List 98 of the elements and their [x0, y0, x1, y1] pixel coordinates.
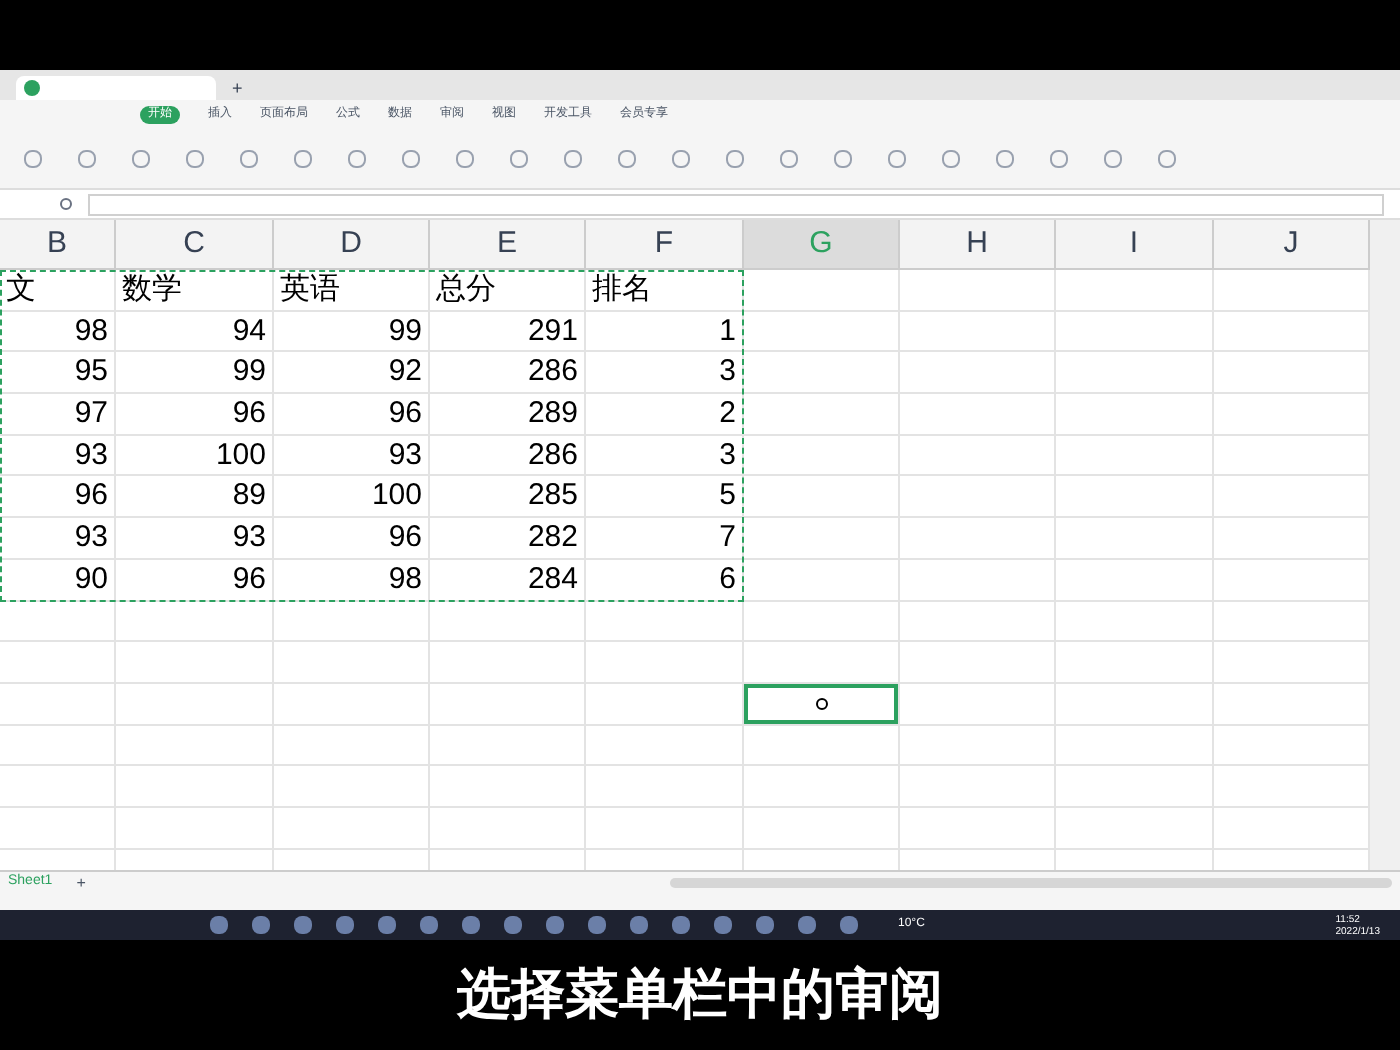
add-sheet-button[interactable]: + — [76, 871, 86, 895]
taskbar-app-icon[interactable] — [714, 916, 732, 934]
document-tab[interactable] — [16, 76, 216, 100]
taskbar-app-icon[interactable] — [336, 916, 354, 934]
toolbar-icon[interactable] — [132, 150, 150, 168]
taskbar-app-icon[interactable] — [210, 916, 228, 934]
table-cell: 98 — [274, 559, 430, 601]
table-cell: 3 — [586, 352, 744, 395]
table-cell — [0, 807, 116, 850]
table-cell: 总分 — [430, 270, 586, 312]
toolbar-icon[interactable] — [78, 150, 96, 168]
table-cell: 286 — [430, 352, 586, 395]
toolbar-icon[interactable] — [240, 150, 258, 168]
toolbar-icon[interactable] — [942, 150, 960, 168]
table-cell — [0, 601, 116, 643]
table-cell: 282 — [430, 518, 586, 560]
toolbar-icon[interactable] — [888, 150, 906, 168]
toolbar-icon[interactable] — [1050, 150, 1068, 168]
taskbar-app-icon[interactable] — [462, 916, 480, 934]
column-header[interactable]: B — [0, 220, 116, 268]
taskbar-app-icon[interactable] — [294, 916, 312, 934]
table-cell: 100 — [116, 435, 274, 477]
table-cell — [0, 683, 116, 726]
column-header[interactable]: E — [430, 220, 586, 268]
toolbar-icon[interactable] — [1104, 150, 1122, 168]
taskbar-app-icon[interactable] — [798, 916, 816, 934]
table-cell: 96 — [0, 476, 116, 519]
table-cell: 99 — [274, 311, 430, 353]
table-cell: 289 — [430, 394, 586, 436]
table-cell: 90 — [0, 559, 116, 601]
toolbar-icon[interactable] — [780, 150, 798, 168]
table-cell: 93 — [0, 518, 116, 560]
taskbar-app-icon[interactable] — [672, 916, 690, 934]
table-cell: 数学 — [116, 270, 274, 312]
table-cell: 93 — [0, 435, 116, 477]
table-cell: 97 — [0, 394, 116, 436]
table-cell: 100 — [274, 476, 430, 519]
table-cell: 99 — [116, 352, 274, 395]
toolbar-icon[interactable] — [618, 150, 636, 168]
spreadsheet-icon — [24, 80, 40, 96]
table-cell: 96 — [274, 518, 430, 560]
column-header[interactable]: C — [116, 220, 274, 268]
taskbar-app-icon[interactable] — [252, 916, 270, 934]
toolbar-icon[interactable] — [402, 150, 420, 168]
toolbar-icon[interactable] — [726, 150, 744, 168]
toolbar-icon[interactable] — [1158, 150, 1176, 168]
taskbar-app-icon[interactable] — [378, 916, 396, 934]
table-cell: 285 — [430, 476, 586, 519]
table-cell: 96 — [274, 394, 430, 436]
table-cell: 93 — [274, 435, 430, 477]
taskbar-app-icon[interactable] — [756, 916, 774, 934]
toolbar-icon[interactable] — [996, 150, 1014, 168]
formula-field[interactable] — [88, 193, 1384, 215]
table-cell: 文 — [0, 270, 116, 312]
table-cell: 284 — [430, 559, 586, 601]
table-cell: 7 — [586, 518, 744, 560]
taskbar-app-icon[interactable] — [420, 916, 438, 934]
toolbar-icon[interactable] — [186, 150, 204, 168]
column-header[interactable]: I — [1056, 220, 1214, 268]
table-cell: 96 — [116, 394, 274, 436]
toolbar-icon[interactable] — [564, 150, 582, 168]
table-cell: 286 — [430, 435, 586, 477]
subtitle-caption: 选择菜单栏中的审阅 — [457, 962, 943, 1029]
table-cell — [0, 642, 116, 684]
table-cell: 英语 — [274, 270, 430, 312]
taskbar-app-icon[interactable] — [630, 916, 648, 934]
table-cell: 6 — [586, 559, 744, 601]
column-header[interactable]: D — [274, 220, 430, 268]
toolbar-icon[interactable] — [294, 150, 312, 168]
table-cell: 92 — [274, 352, 430, 395]
toolbar-icon[interactable] — [510, 150, 528, 168]
toolbar-icon[interactable] — [348, 150, 366, 168]
table-cell: 94 — [116, 311, 274, 353]
column-header[interactable]: H — [900, 220, 1056, 268]
taskbar-app-icon[interactable] — [546, 916, 564, 934]
toolbar-icon[interactable] — [672, 150, 690, 168]
toolbar-icon[interactable] — [456, 150, 474, 168]
toolbar-icon[interactable] — [834, 150, 852, 168]
toolbar-icon[interactable] — [24, 150, 42, 168]
zoom-icon[interactable] — [60, 198, 72, 210]
table-cell: 1 — [586, 311, 744, 353]
table-cell: 排名 — [586, 270, 744, 312]
table-cell: 98 — [0, 311, 116, 353]
cursor-icon — [815, 697, 827, 710]
taskbar-app-icon[interactable] — [840, 916, 858, 934]
table-cell: 96 — [116, 559, 274, 601]
new-tab-button[interactable]: + — [232, 76, 243, 100]
table-cell — [0, 766, 116, 808]
table-cell: 2 — [586, 394, 744, 436]
table-cell — [0, 725, 116, 767]
table-cell: 93 — [116, 518, 274, 560]
table-cell: 291 — [430, 311, 586, 353]
table-cell: 3 — [586, 435, 744, 477]
taskbar-app-icon[interactable] — [504, 916, 522, 934]
table-cell: 89 — [116, 476, 274, 519]
table-cell: 95 — [0, 352, 116, 395]
taskbar-app-icon[interactable] — [588, 916, 606, 934]
table-cell: 5 — [586, 476, 744, 519]
